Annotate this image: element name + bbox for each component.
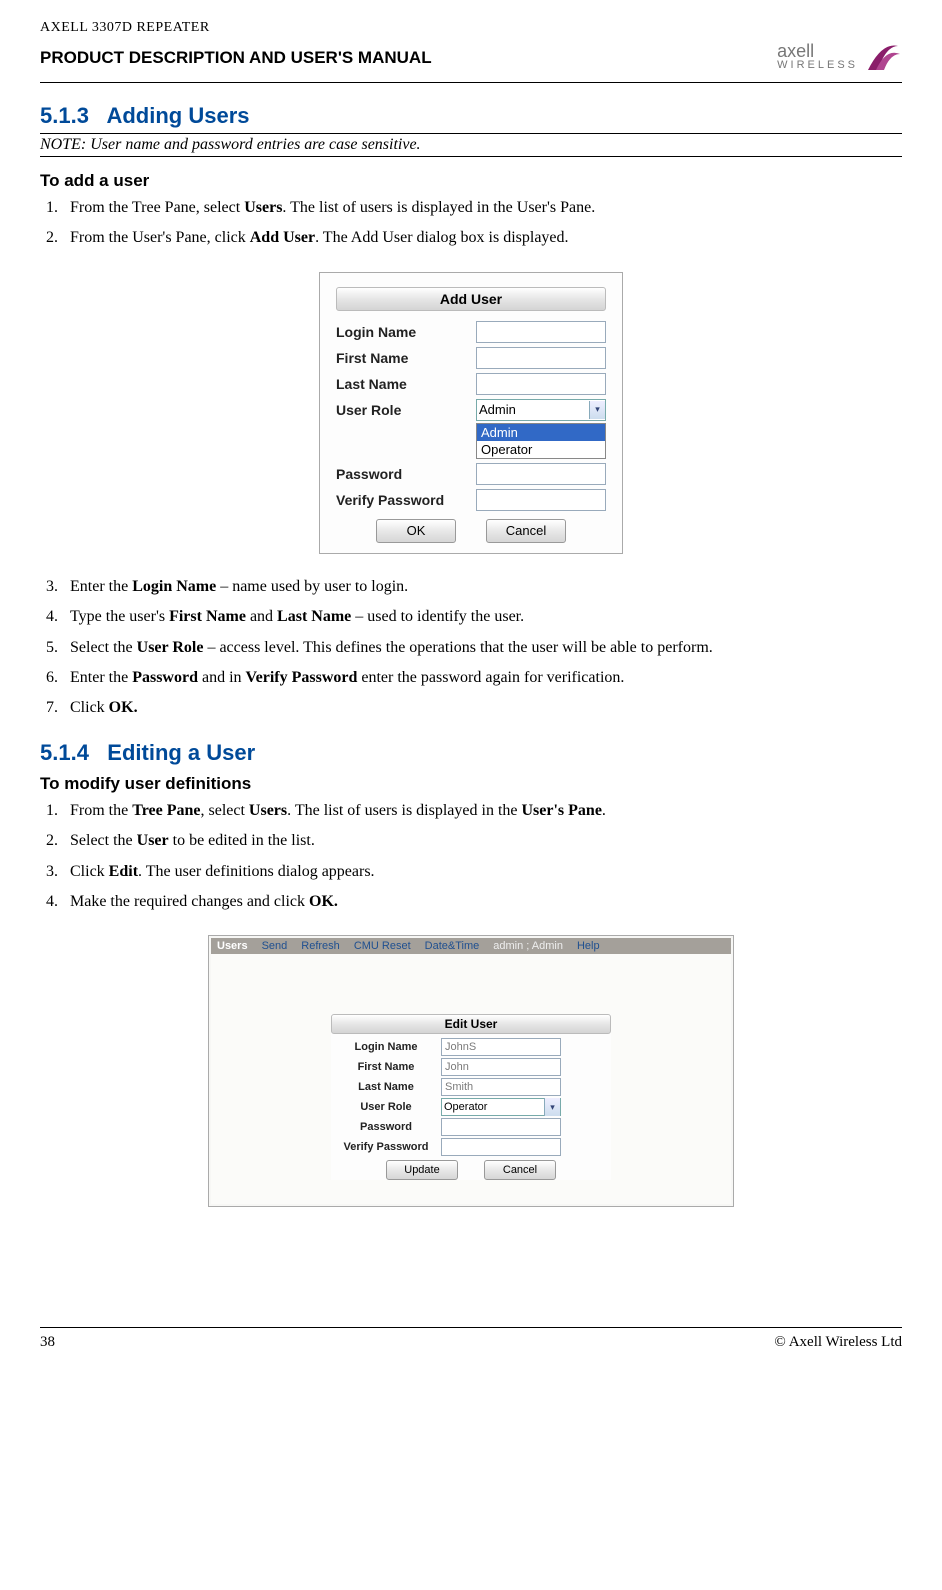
- step-513b-3: Enter the Login Name – name used by user…: [62, 576, 902, 598]
- verify-password-input[interactable]: [476, 489, 606, 511]
- password-input[interactable]: [476, 463, 606, 485]
- label-login-name: Login Name: [336, 324, 476, 340]
- toolbar-send[interactable]: Send: [262, 940, 288, 952]
- toolbar-user-info: admin ; Admin: [493, 940, 563, 952]
- add-user-title: Add User: [336, 287, 606, 311]
- label-user-role2: User Role: [331, 1101, 441, 1113]
- label-user-role: User Role: [336, 402, 476, 418]
- step-513a-1: From the Tree Pane, select Users. The li…: [62, 197, 902, 219]
- user-role-select2[interactable]: Operator▾: [441, 1098, 561, 1116]
- edit-user-body: Edit User Login Name First Name Last Nam…: [211, 954, 731, 1204]
- header-product: AXELL 3307D REPEATER: [40, 20, 902, 36]
- steps-514: From the Tree Pane, select Users. The li…: [62, 800, 902, 914]
- section-514-number: 5.1.4: [40, 740, 89, 765]
- logo-text: axell WIRELESS: [777, 42, 858, 71]
- toolbar-cmu-reset[interactable]: CMU Reset: [354, 940, 411, 952]
- step-513b-7: Click OK.: [62, 697, 902, 719]
- logo-sub: WIRELESS: [777, 60, 858, 71]
- verify-password-input2[interactable]: [441, 1138, 561, 1156]
- section-513-name: Adding Users: [106, 103, 249, 128]
- toolbar-users-label: Users: [217, 940, 248, 952]
- step-514-1: From the Tree Pane, select Users. The li…: [62, 800, 902, 822]
- logo-swirl-icon: [862, 36, 902, 76]
- user-role-dropdown: Admin Operator: [476, 423, 606, 459]
- section-513-title: 5.1.3 Adding Users: [40, 103, 902, 129]
- steps-513b: Enter the Login Name – name used by user…: [62, 576, 902, 720]
- steps-513a: From the Tree Pane, select Users. The li…: [62, 197, 902, 250]
- label-last-name2: Last Name: [331, 1081, 441, 1093]
- header-subtitle: PRODUCT DESCRIPTION AND USER'S MANUAL: [40, 48, 432, 68]
- label-verify-password: Verify Password: [336, 492, 476, 508]
- section-514-name: Editing a User: [107, 740, 255, 765]
- logo: axell WIRELESS: [777, 36, 902, 76]
- login-name-input2[interactable]: [441, 1038, 561, 1056]
- label-password: Password: [336, 466, 476, 482]
- edit-user-title: Edit User: [331, 1014, 611, 1034]
- label-password2: Password: [331, 1121, 441, 1133]
- last-name-input2[interactable]: [441, 1078, 561, 1096]
- toolbar-refresh[interactable]: Refresh: [301, 940, 340, 952]
- label-first-name: First Name: [336, 350, 476, 366]
- toolbar-date-time[interactable]: Date&Time: [425, 940, 480, 952]
- copyright: © Axell Wireless Ltd: [774, 1334, 902, 1351]
- subhead-modify-user: To modify user definitions: [40, 774, 902, 794]
- step-514-3: Click Edit. The user definitions dialog …: [62, 861, 902, 883]
- footer: 38 © Axell Wireless Ltd: [40, 1327, 902, 1351]
- rule: [40, 133, 902, 134]
- section-513-number: 5.1.3: [40, 103, 89, 128]
- login-name-input[interactable]: [476, 321, 606, 343]
- step-513b-4: Type the user's First Name and Last Name…: [62, 606, 902, 628]
- label-last-name: Last Name: [336, 376, 476, 392]
- logo-name: axell: [777, 42, 858, 60]
- figure-add-user: Add User Login Name First Name Last Name…: [40, 272, 902, 554]
- label-verify-password2: Verify Password: [331, 1141, 441, 1153]
- first-name-input2[interactable]: [441, 1058, 561, 1076]
- cancel-button2[interactable]: Cancel: [484, 1160, 556, 1180]
- note-case-sensitive: NOTE: User name and password entries are…: [40, 136, 902, 157]
- toolbar-help[interactable]: Help: [577, 940, 600, 952]
- subhead-add-user: To add a user: [40, 171, 902, 191]
- user-role-select[interactable]: Admin▾: [476, 399, 606, 421]
- password-input2[interactable]: [441, 1118, 561, 1136]
- update-button[interactable]: Update: [386, 1160, 458, 1180]
- step-514-2: Select the User to be edited in the list…: [62, 830, 902, 852]
- chevron-down-icon: ▾: [589, 401, 605, 419]
- label-first-name2: First Name: [331, 1061, 441, 1073]
- last-name-input[interactable]: [476, 373, 606, 395]
- step-514-4: Make the required changes and click OK.: [62, 891, 902, 913]
- first-name-input[interactable]: [476, 347, 606, 369]
- step-513b-6: Enter the Password and in Verify Passwor…: [62, 667, 902, 689]
- step-513b-5: Select the User Role – access level. Thi…: [62, 637, 902, 659]
- edit-user-dialog: Edit User Login Name First Name Last Nam…: [331, 1014, 611, 1180]
- page-number: 38: [40, 1334, 55, 1351]
- edit-user-window: Users Send Refresh CMU Reset Date&Time a…: [208, 935, 734, 1207]
- role-option-operator[interactable]: Operator: [477, 441, 605, 458]
- toolbar: Users Send Refresh CMU Reset Date&Time a…: [211, 938, 731, 954]
- chevron-down-icon: ▾: [544, 1098, 560, 1116]
- label-login-name2: Login Name: [331, 1041, 441, 1053]
- step-513a-2: From the User's Pane, click Add User. Th…: [62, 227, 902, 249]
- section-514-title: 5.1.4 Editing a User: [40, 740, 902, 766]
- ok-button[interactable]: OK: [376, 519, 456, 543]
- figure-edit-user: Users Send Refresh CMU Reset Date&Time a…: [40, 935, 902, 1207]
- header-row: PRODUCT DESCRIPTION AND USER'S MANUAL ax…: [40, 36, 902, 83]
- cancel-button[interactable]: Cancel: [486, 519, 566, 543]
- role-option-admin[interactable]: Admin: [477, 424, 605, 441]
- add-user-dialog: Add User Login Name First Name Last Name…: [319, 272, 623, 554]
